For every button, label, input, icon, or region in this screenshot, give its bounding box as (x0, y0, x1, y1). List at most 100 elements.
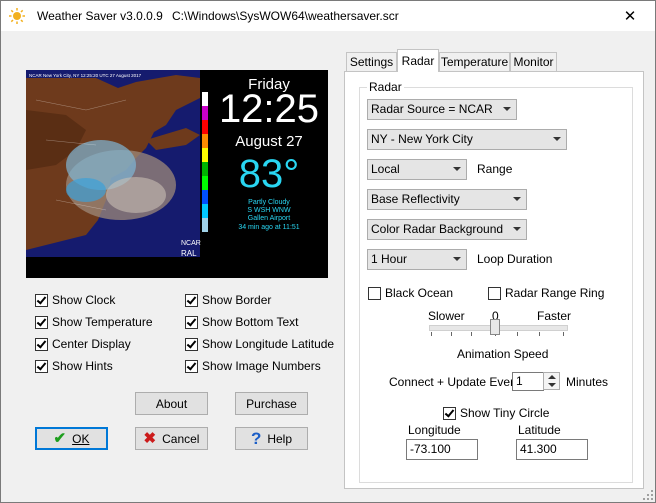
show-hints-checkbox[interactable]: Show Hints (35, 358, 113, 374)
radar-map-image: NCAR New York City, NY 12:25:20 UTC 27 A… (26, 70, 200, 257)
slider-tick (431, 332, 432, 336)
preview-location: Gallen Airport (247, 215, 291, 222)
chevron-down-icon (453, 167, 461, 171)
show-clock-checkbox[interactable]: Show Clock (35, 292, 115, 308)
tab-label: Settings (349, 55, 394, 69)
update-interval-input[interactable]: 1 (512, 372, 544, 391)
select-value: NY - New York City (371, 132, 473, 146)
radar-range-ring-checkbox[interactable]: Radar Range Ring (488, 285, 604, 301)
slider-faster-label: Faster (537, 309, 572, 323)
checkbox-label: Show Tiny Circle (460, 406, 550, 420)
tab-monitor[interactable]: Monitor (510, 52, 557, 71)
update-interval-spinner[interactable] (543, 372, 560, 390)
checkbox-label: Show Clock (52, 293, 116, 307)
preview-temperature: 83° (238, 152, 300, 196)
tab-radar[interactable]: Radar (397, 49, 439, 72)
show-border-checkbox[interactable]: Show Border (185, 292, 271, 308)
checkbox-box (35, 315, 48, 329)
show-tiny-circle-checkbox[interactable]: Show Tiny Circle (443, 405, 549, 421)
loop-duration-select[interactable]: 1 Hour (367, 249, 467, 270)
button-label: Cancel (162, 431, 200, 446)
loop-duration-label: Loop Duration (477, 252, 553, 266)
chevron-down-icon (453, 257, 461, 261)
select-value: Base Reflectivity (371, 192, 460, 206)
window-title: Weather Saver v3.0.0.9 (37, 9, 163, 23)
chevron-down-icon (513, 197, 521, 201)
checkbox-box (35, 337, 48, 351)
checkbox-label: Center Display (52, 337, 131, 351)
range-label: Range (477, 162, 513, 176)
checkbox-box (488, 286, 501, 300)
select-value: Color Radar Background (371, 222, 504, 236)
show-bottom-text-checkbox[interactable]: Show Bottom Text (185, 314, 299, 330)
tab-label: Monitor (513, 55, 554, 69)
weather-saver-window: Weather Saver v3.0.0.9 C:\Windows\SysWOW… (0, 0, 656, 503)
radar-background-select[interactable]: Color Radar Background (367, 219, 527, 240)
checkbox-label: Show Image Numbers (202, 359, 321, 373)
button-label: OK (72, 431, 90, 446)
slider-tick (563, 332, 564, 336)
spinner-up-icon (548, 375, 556, 379)
preview-condition: Partly Cloudy (248, 199, 290, 206)
tab-label: Radar (401, 54, 435, 68)
radar-color-legend (202, 92, 208, 232)
longitude-input[interactable]: -73.100 (406, 439, 478, 460)
checkbox-label: Show Hints (52, 359, 113, 373)
cancel-button[interactable]: ✖ Cancel (135, 427, 208, 450)
question-mark-icon: ? (250, 429, 262, 448)
resize-grip-icon[interactable] (643, 490, 653, 500)
checkbox-box (185, 293, 198, 307)
chevron-down-icon (503, 107, 511, 111)
update-interval-label: Connect + Update Every (389, 375, 521, 389)
show-image-numbers-checkbox[interactable]: Show Image Numbers (185, 358, 321, 374)
latitude-input[interactable]: 41.300 (516, 439, 588, 460)
tab-settings[interactable]: Settings (346, 52, 397, 71)
slider-slower-label: Slower (428, 309, 465, 323)
tab-label: Temperature (440, 55, 509, 69)
show-temperature-checkbox[interactable]: Show Temperature (35, 314, 153, 330)
ok-button[interactable]: ✔ OK (35, 427, 108, 450)
purchase-button[interactable]: Purchase (235, 392, 308, 415)
animation-speed-label: Animation Speed (457, 347, 549, 361)
radar-product-select[interactable]: Base Reflectivity (367, 189, 527, 210)
checkbox-label: Show Border (202, 293, 272, 307)
slider-tick (517, 332, 518, 336)
latitude-label: Latitude (518, 423, 561, 437)
input-value: 41.300 (520, 442, 557, 456)
preview-wind: S WSH WNW (247, 207, 291, 214)
radar-source-tag: NCAR (181, 240, 201, 247)
checkbox-label: Radar Range Ring (505, 286, 605, 300)
about-button[interactable]: About (135, 392, 208, 415)
chevron-down-icon (553, 137, 561, 141)
select-value: 1 Hour (371, 252, 408, 266)
x-icon: ✖ (143, 430, 157, 447)
black-ocean-checkbox[interactable]: Black Ocean (368, 285, 453, 301)
button-label: Purchase (246, 396, 297, 411)
preview-date: August 27 (235, 133, 303, 150)
input-value: 1 (516, 374, 523, 388)
checkbox-label: Show Longitude Latitude (202, 337, 335, 351)
slider-tick (471, 332, 472, 336)
close-button[interactable]: ✕ (613, 6, 647, 28)
animation-speed-slider-thumb[interactable] (490, 319, 500, 335)
radar-station-select[interactable]: NY - New York City (367, 129, 567, 150)
preview-updated: 34 min ago at 11:51 (238, 224, 300, 231)
tab-temperature[interactable]: Temperature (439, 52, 510, 71)
preview-time: 12:25 (218, 87, 320, 131)
range-select[interactable]: Local (367, 159, 467, 180)
checkbox-box (35, 293, 48, 307)
button-label: About (155, 396, 188, 411)
radar-source-select[interactable]: Radar Source = NCAR (367, 99, 517, 120)
checkmark-icon: ✔ (53, 430, 67, 447)
longitude-label: Longitude (408, 423, 461, 437)
checkbox-box (443, 406, 456, 420)
checkbox-box (185, 315, 198, 329)
checkbox-box (368, 286, 381, 300)
center-display-checkbox[interactable]: Center Display (35, 336, 131, 352)
radar-id-tag: RAL (181, 249, 197, 258)
slider-tick (451, 332, 452, 336)
input-value: -73.100 (410, 442, 451, 456)
help-button[interactable]: ? Help (235, 427, 308, 450)
radar-header-text: NCAR New York City, NY 12:25:20 UTC 27 A… (29, 73, 142, 78)
show-longitude-latitude-checkbox[interactable]: Show Longitude Latitude (185, 336, 334, 352)
